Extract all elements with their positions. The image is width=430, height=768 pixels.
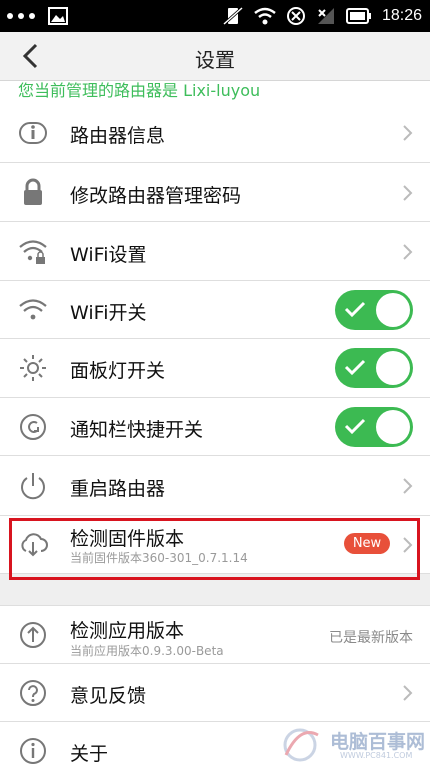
change-password-row[interactable]: 修改路由器管理密码 [0, 163, 430, 222]
app-version-text: 当前应用版本0.9.3.00-Beta [70, 644, 224, 658]
up-to-date-status: 已是最新版本 [329, 630, 413, 646]
chevron-right-icon [403, 685, 413, 701]
check-app-version-row[interactable]: 检测应用版本 当前应用版本0.9.3.00-Beta 已是最新版本 [0, 605, 430, 664]
signal-icon [317, 8, 334, 24]
chevron-right-icon [403, 478, 413, 494]
toggle-knob [376, 351, 410, 385]
watermark-logo-icon [283, 728, 319, 762]
wifi-settings-row[interactable]: WiFi设置 [0, 222, 430, 281]
page-title: 设置 [195, 48, 235, 72]
upload-circle-icon [20, 622, 46, 648]
feedback-row[interactable]: 意见反馈 [0, 664, 430, 722]
restart-router-label: 重启路由器 [70, 478, 166, 500]
wifi-switch-label: WiFi开关 [70, 302, 147, 324]
chevron-right-icon [403, 125, 413, 141]
status-bar: 18:26 [0, 0, 430, 32]
toggle-knob [376, 293, 410, 327]
router-info-row[interactable]: 路由器信息 [0, 103, 430, 163]
info-icon [19, 122, 47, 144]
highlight-frame [9, 518, 420, 580]
image-notification-icon [48, 7, 68, 25]
panel-light-row: 面板灯开关 [0, 339, 430, 398]
watermark-text: 电脑百事网 [330, 731, 426, 753]
toggle-knob [376, 410, 410, 444]
chevron-right-icon [403, 185, 413, 201]
feedback-label: 意见反馈 [70, 685, 147, 707]
check-icon [344, 301, 366, 318]
vibrate-off-icon [222, 6, 243, 26]
check-icon [344, 418, 366, 435]
router-banner-text: 您当前管理的路由器是 Lixi-luyou [18, 81, 261, 100]
help-icon [20, 680, 46, 706]
lock-icon [24, 178, 42, 205]
light-icon [20, 355, 46, 381]
wifi-lock-icon [19, 240, 47, 264]
check-icon [344, 359, 366, 376]
status-time: 18:26 [381, 7, 422, 24]
wifi-switch-row: WiFi开关 [0, 281, 430, 339]
info-circle-icon [20, 738, 46, 764]
notification-shortcut-label: 通知栏快捷开关 [70, 419, 204, 441]
wifi-status-icon [254, 7, 276, 25]
restart-router-row[interactable]: 重启路由器 [0, 456, 430, 516]
wifi-toggle[interactable] [335, 290, 413, 330]
watermark-url: WWW.PC841.COM [340, 751, 413, 760]
power-icon [21, 473, 45, 500]
wifi-icon [19, 299, 47, 320]
router-banner: 您当前管理的路由器是 Lixi-luyou [0, 81, 430, 103]
title-bar: 设置 [0, 32, 430, 81]
chevron-right-icon [403, 244, 413, 260]
notification-shortcut-toggle[interactable] [335, 407, 413, 447]
watermark: 电脑百事网 WWW.PC841.COM [278, 725, 428, 765]
check-app-version-label: 检测应用版本 [70, 620, 185, 642]
panel-light-toggle[interactable] [335, 348, 413, 388]
refresh-circle-icon [20, 414, 46, 440]
router-notify-icon [286, 7, 305, 25]
router-info-label: 路由器信息 [70, 125, 166, 147]
wifi-settings-label: WiFi设置 [70, 244, 147, 266]
panel-light-label: 面板灯开关 [70, 360, 166, 382]
battery-icon [345, 8, 371, 24]
change-password-label: 修改路由器管理密码 [70, 185, 242, 207]
notification-shortcut-row: 通知栏快捷开关 [0, 398, 430, 456]
about-label: 关于 [70, 743, 109, 765]
more-dots-icon [7, 13, 35, 19]
